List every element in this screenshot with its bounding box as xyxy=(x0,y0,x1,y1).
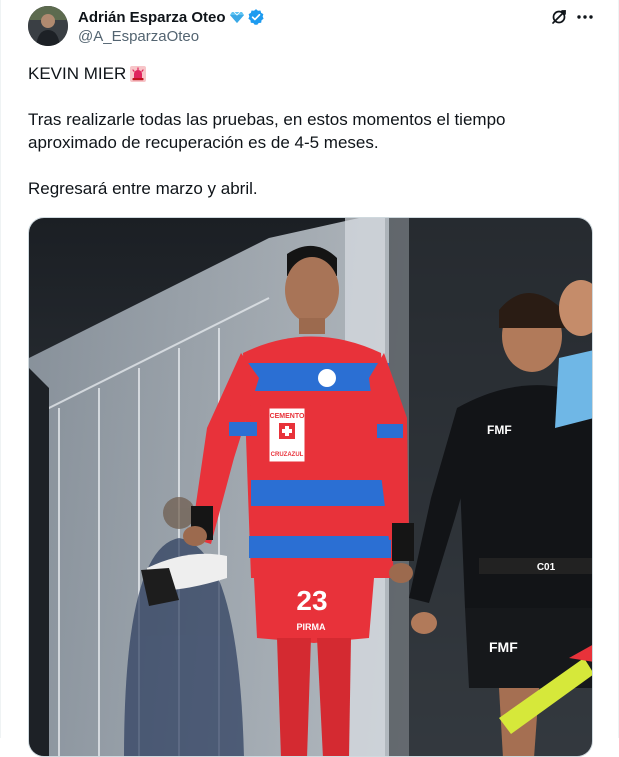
author-name-row: Adrián Esparza Oteo xyxy=(78,8,265,26)
tweet-text: KEVIN MIER Tras realizarle todas las pru… xyxy=(28,62,588,200)
shorts-brand: PIRMA xyxy=(297,622,327,632)
avatar[interactable] xyxy=(28,6,68,46)
tweet-headline: KEVIN MIER xyxy=(28,64,127,83)
tweet-headline-row: KEVIN MIER xyxy=(28,62,588,85)
tweet-media-photo[interactable]: CEMENTO CRUZAZUL 23 PIRMA C01 FMF FMF xyxy=(28,217,593,757)
verified-icon[interactable] xyxy=(247,8,265,26)
author-display-name[interactable]: Adrián Esparza Oteo xyxy=(78,9,226,26)
more-options-icon[interactable] xyxy=(575,8,595,26)
referee-badge: FMF xyxy=(487,423,512,437)
referee-shorts-badge: FMF xyxy=(489,639,518,655)
referee-belt-label: C01 xyxy=(537,562,556,573)
jersey-sponsor-bottom: CRUZAZUL xyxy=(271,452,304,458)
siren-icon xyxy=(129,65,147,83)
tweet-card[interactable]: Adrián Esparza Oteo @A_EsparzaOteo KEVIN… xyxy=(0,0,619,757)
tweet-paragraph-1-line-1: Tras realizarle todas las pruebas, en es… xyxy=(28,110,506,129)
jersey-sponsor-top: CEMENTO xyxy=(270,413,305,420)
author-handle[interactable]: @A_EsparzaOteo xyxy=(78,28,199,45)
gem-icon xyxy=(229,9,245,25)
tweet-paragraph-2: Regresará entre marzo y abril. xyxy=(28,179,258,198)
tweet-header: Adrián Esparza Oteo @A_EsparzaOteo xyxy=(1,0,619,56)
grok-icon[interactable] xyxy=(550,8,568,26)
tweet-paragraph-1-line-2: aproximado de recuperación es de 4-5 mes… xyxy=(28,133,379,152)
player-photo: CEMENTO CRUZAZUL 23 PIRMA C01 FMF FMF xyxy=(29,218,592,756)
jersey-number: 23 xyxy=(296,585,327,616)
